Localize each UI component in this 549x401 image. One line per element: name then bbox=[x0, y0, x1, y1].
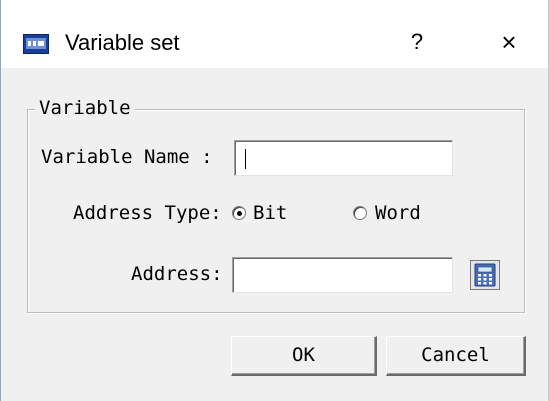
hmi-window-icon bbox=[23, 34, 49, 54]
variable-name-input[interactable] bbox=[234, 140, 453, 176]
variable-set-dialog: Variable set ? × Variable Variable Name … bbox=[0, 0, 549, 401]
title-bar[interactable]: Variable set ? × bbox=[1, 0, 548, 68]
close-button[interactable]: × bbox=[489, 24, 529, 60]
calculator-button[interactable] bbox=[470, 260, 500, 290]
cancel-button[interactable]: Cancel bbox=[386, 336, 526, 376]
radio-bit-label[interactable]: Bit bbox=[253, 202, 287, 224]
text-caret bbox=[245, 149, 246, 169]
window-title: Variable set bbox=[65, 30, 180, 55]
address-label: Address: bbox=[131, 263, 223, 285]
help-button[interactable]: ? bbox=[399, 24, 435, 60]
radio-bit-selected-dot bbox=[237, 211, 242, 216]
address-type-label: Address Type: bbox=[73, 202, 222, 224]
radio-word-label[interactable]: Word bbox=[375, 202, 421, 224]
variable-name-label: Variable Name : bbox=[41, 146, 213, 168]
calculator-icon bbox=[474, 263, 496, 287]
ok-button[interactable]: OK bbox=[231, 336, 377, 376]
variable-group-legend: Variable bbox=[35, 97, 135, 119]
radio-bit[interactable] bbox=[232, 206, 246, 220]
address-input[interactable] bbox=[232, 257, 453, 293]
radio-word[interactable] bbox=[353, 206, 367, 220]
